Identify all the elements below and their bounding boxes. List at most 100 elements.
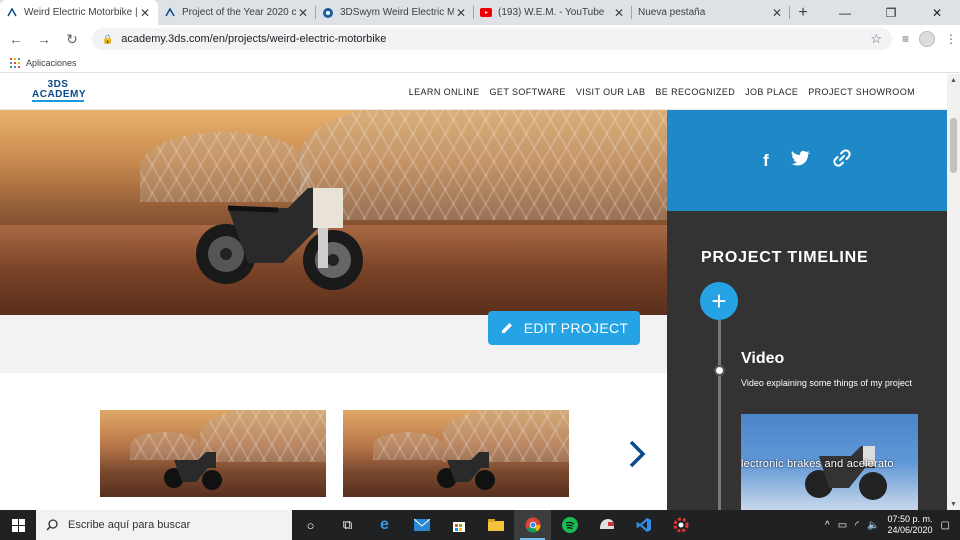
apps-grid-icon <box>10 57 20 68</box>
taskbar-clock[interactable]: 07:50 p. m. 24/06/2020 <box>888 514 933 536</box>
wifi-icon[interactable]: ◜ <box>855 520 859 531</box>
address-bar: ← → ↻ 🔒 academy.3ds.com/en/projects/weir… <box>0 25 960 53</box>
close-tab-icon[interactable]: ✕ <box>454 6 468 20</box>
close-tab-icon[interactable]: ✕ <box>770 6 784 20</box>
tab-title: (193) W.E.M. - YouTube <box>498 7 605 18</box>
app-gear-icon[interactable] <box>662 510 699 540</box>
timeline-item-title: Video <box>741 350 785 367</box>
motorbike-illustration <box>196 188 363 290</box>
nav-job-place[interactable]: JOB PLACE <box>745 87 798 97</box>
dome-shape <box>373 432 443 460</box>
facebook-icon[interactable]: f <box>763 151 769 171</box>
edit-project-button[interactable]: EDIT PROJECT <box>488 311 640 345</box>
windows-start-icon[interactable] <box>0 510 36 540</box>
search-placeholder: Escribe aquí para buscar <box>68 519 191 531</box>
tab-new[interactable]: Nueva pestaña ✕ <box>632 0 790 25</box>
bookmark-apps[interactable]: Aplicaciones <box>26 58 77 68</box>
chrome-icon[interactable] <box>514 510 551 540</box>
media-queue-icon[interactable]: ≡ <box>902 32 909 46</box>
timeline-item-description: Video explaining some things of my proje… <box>741 378 912 388</box>
tab-3dswym[interactable]: 3DSwym Weird Electric Mo ✕ <box>316 0 474 25</box>
3ds-academy-logo[interactable]: 3DS ACADEMY <box>32 80 87 106</box>
store-icon[interactable] <box>440 510 477 540</box>
close-window-icon[interactable]: ✕ <box>914 0 960 25</box>
mail-icon[interactable] <box>403 510 440 540</box>
link-icon[interactable] <box>833 149 851 172</box>
tab-title: 3DSwym Weird Electric Mo <box>340 7 454 18</box>
battery-icon[interactable]: ▭ <box>838 520 847 531</box>
timeline-title: PROJECT TIMELINE <box>701 249 869 266</box>
chevron-up-icon[interactable]: ^ <box>825 520 830 531</box>
menu-kebab-icon[interactable]: ⋮ <box>945 32 957 46</box>
gallery-section <box>0 373 667 510</box>
gallery-thumbnail[interactable] <box>100 410 326 497</box>
nav-get-software[interactable]: GET SOFTWARE <box>490 87 566 97</box>
nav-project-showroom[interactable]: PROJECT SHOWROOM <box>808 87 915 97</box>
pencil-icon <box>501 323 512 333</box>
site-header: 3DS ACADEMY LEARN ONLINE GET SOFTWARE VI… <box>0 74 947 110</box>
maximize-icon[interactable]: ❐ <box>868 0 914 25</box>
minimize-icon[interactable]: — <box>822 0 868 25</box>
edit-project-label: EDIT PROJECT <box>523 320 629 336</box>
close-tab-icon[interactable]: ✕ <box>296 6 310 20</box>
page-scrollbar[interactable]: ▲ ▼ <box>947 74 960 510</box>
share-bar: f <box>667 110 947 211</box>
scroll-up-icon[interactable]: ▲ <box>947 74 960 86</box>
tab-project-of-the-year[interactable]: Project of the Year 2020 con ✕ <box>158 0 316 25</box>
scrollbar-thumb[interactable] <box>950 118 957 173</box>
nav-be-recognized[interactable]: BE RECOGNIZED <box>655 87 735 97</box>
new-tab-icon[interactable]: + <box>790 0 816 25</box>
logo-line2: ACADEMY <box>32 89 87 102</box>
reload-icon[interactable]: ↻ <box>60 27 84 51</box>
nav-learn-online[interactable]: LEARN ONLINE <box>409 87 480 97</box>
chevron-right-icon[interactable] <box>628 439 646 476</box>
cortana-icon[interactable]: ○ <box>292 510 329 540</box>
close-tab-icon[interactable]: ✕ <box>138 6 152 20</box>
3ds-icon <box>6 6 18 19</box>
close-tab-icon[interactable]: ✕ <box>612 6 626 20</box>
clock-time: 07:50 p. m. <box>887 514 933 524</box>
tab-title: Nueva pestaña <box>638 7 706 18</box>
file-explorer-icon[interactable] <box>477 510 514 540</box>
bookmark-star-icon[interactable]: ☆ <box>870 31 882 47</box>
url-text: academy.3ds.com/en/projects/weird-electr… <box>121 33 387 45</box>
3dswym-icon <box>322 7 334 19</box>
hero-image <box>0 110 667 315</box>
search-icon <box>46 519 58 531</box>
twitter-icon[interactable] <box>791 150 811 171</box>
notifications-icon[interactable]: ▢ <box>941 520 950 531</box>
motorbike-illustration <box>164 452 222 490</box>
nav-visit-our-lab[interactable]: VISIT OUR LAB <box>576 87 646 97</box>
app-helmet-icon[interactable] <box>588 510 625 540</box>
forward-arrow-icon[interactable]: → <box>32 27 56 51</box>
spotify-icon[interactable] <box>551 510 588 540</box>
project-sidebar: f PROJECT TIMELINE + Video Video explain… <box>667 110 947 510</box>
timeline-line <box>718 320 721 510</box>
bookmarks-bar: Aplicaciones <box>0 53 960 73</box>
youtube-icon <box>480 7 492 19</box>
video-caption: lectronic brakes and acelerato <box>741 458 894 470</box>
volume-icon[interactable]: 🔈 <box>867 520 879 531</box>
back-arrow-icon[interactable]: ← <box>4 27 28 51</box>
scroll-down-icon[interactable]: ▼ <box>947 498 960 510</box>
tab-weird-electric-motorbike[interactable]: Weird Electric Motorbike | 3DS ✕ <box>0 0 158 25</box>
vscode-icon[interactable] <box>625 510 662 540</box>
taskbar-search-input[interactable]: Escribe aquí para buscar <box>36 510 292 540</box>
timeline-dot <box>714 365 725 376</box>
profile-avatar[interactable] <box>919 31 936 47</box>
tab-youtube[interactable]: (193) W.E.M. - YouTube ✕ <box>474 0 632 25</box>
page-viewport: 3DS ACADEMY LEARN ONLINE GET SOFTWARE VI… <box>0 74 947 510</box>
clock-date: 24/06/2020 <box>887 525 933 535</box>
site-nav: LEARN ONLINE GET SOFTWARE VISIT OUR LAB … <box>409 74 915 110</box>
system-tray: ^ ▭ ◜ 🔈 07:50 p. m. 24/06/2020 ▢ <box>825 510 960 540</box>
add-timeline-item-button[interactable]: + <box>700 282 738 320</box>
task-view-icon[interactable]: ⧉ <box>329 510 366 540</box>
edge-icon[interactable]: e <box>366 510 403 540</box>
gallery-thumbnail[interactable] <box>343 410 569 497</box>
tab-title: Weird Electric Motorbike | 3DS <box>24 7 138 18</box>
timeline-video-thumbnail[interactable]: lectronic brakes and acelerato <box>741 414 918 510</box>
window-controls: — ❐ ✕ <box>822 0 960 25</box>
tab-title: Project of the Year 2020 con <box>182 7 296 18</box>
url-input[interactable]: 🔒 academy.3ds.com/en/projects/weird-elec… <box>92 28 892 50</box>
lock-icon: 🔒 <box>102 33 114 44</box>
